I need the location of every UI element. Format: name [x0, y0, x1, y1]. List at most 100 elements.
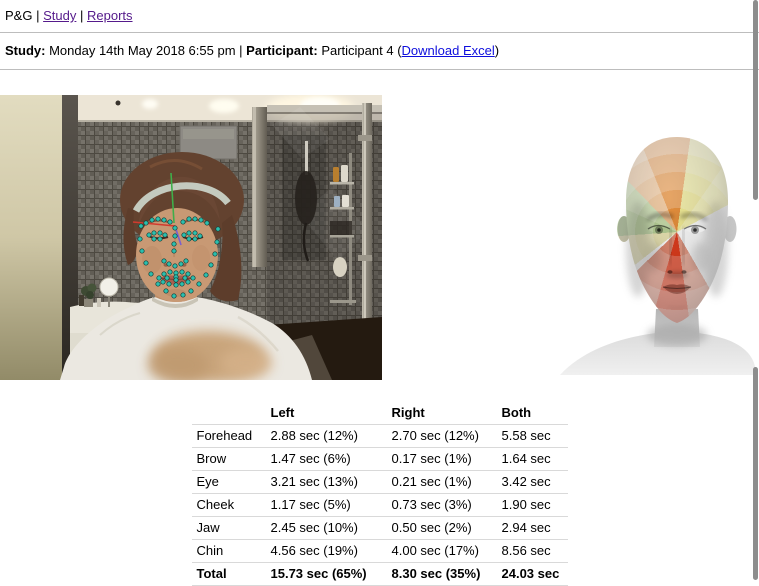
nav-link-reports[interactable]: Reports: [87, 8, 133, 23]
paren: ): [495, 43, 499, 58]
cell: Brow: [192, 448, 266, 471]
participant-label: Participant:: [246, 43, 318, 58]
sprinkler: [116, 101, 121, 106]
landmark-dot: [216, 227, 220, 231]
landmark-dot: [174, 278, 178, 282]
table-row: Total15.73 sec (65%)8.30 sec (35%)24.03 …: [192, 563, 568, 586]
nav-link-study[interactable]: Study: [43, 8, 76, 23]
download-excel-link[interactable]: Download Excel: [402, 43, 495, 58]
landmark-dot: [179, 262, 183, 266]
shelf-basket: [330, 221, 352, 235]
table-body: Forehead2.88 sec (12%)2.70 sec (12%)5.58…: [192, 425, 568, 586]
landmark-dot: [156, 282, 160, 286]
cell: 1.64 sec: [497, 448, 568, 471]
blue-bottle: [334, 196, 340, 207]
participant-value: Participant 4: [321, 43, 393, 58]
landmark-dot: [184, 259, 188, 263]
landmark-dot: [162, 272, 166, 276]
shower-pipe: [305, 141, 308, 175]
frame-bracket: [358, 135, 372, 141]
cell: 2.94 sec: [497, 517, 568, 540]
landmark-dot: [152, 237, 156, 241]
landmark-dot: [198, 234, 202, 238]
landmark-dot: [158, 231, 162, 235]
landmark-dot: [150, 218, 154, 222]
cell: 2.70 sec (12%): [387, 425, 497, 448]
frame-bracket: [358, 255, 372, 261]
counter-bottle: [79, 295, 84, 306]
top-nav: P&G | Study | Reports: [0, 0, 759, 32]
landmark-dot: [193, 231, 197, 235]
left-wall: [0, 95, 62, 380]
landmark-dot: [180, 270, 184, 274]
landmark-dot: [186, 272, 190, 276]
cell: Total: [192, 563, 266, 586]
landmark-dot: [213, 252, 217, 256]
cell: Eye: [192, 471, 266, 494]
landmark-dot: [215, 240, 219, 244]
landmark-dot: [187, 237, 191, 241]
cell: 15.73 sec (65%): [266, 563, 387, 586]
landmark-dot: [180, 282, 184, 286]
cell: 0.21 sec (1%): [387, 471, 497, 494]
table-head: LeftRightBoth: [192, 402, 568, 425]
landmark-dot: [182, 233, 186, 237]
cell: 0.17 sec (1%): [387, 448, 497, 471]
landmark-dot: [162, 218, 166, 222]
shelf: [330, 207, 354, 210]
landmark-dot: [144, 221, 148, 225]
landmark-dot: [193, 217, 197, 221]
landmark-dot: [209, 263, 213, 267]
landmark-dot: [191, 276, 195, 280]
cell: Jaw: [192, 517, 266, 540]
table-row: Brow1.47 sec (6%)0.17 sec (1%)1.64 sec: [192, 448, 568, 471]
cell: 1.17 sec (5%): [266, 494, 387, 517]
cell: Forehead: [192, 425, 266, 448]
landmark-dot: [162, 259, 166, 263]
download-wrap: (Download Excel): [397, 43, 499, 58]
landmark-dot: [193, 237, 197, 241]
landmark-dot: [172, 249, 176, 253]
region-col-header: [192, 402, 266, 425]
table-row: Eye3.21 sec (13%)0.21 sec (1%)3.42 sec: [192, 471, 568, 494]
landmark-dot: [167, 282, 171, 286]
landmark-dot: [174, 283, 178, 287]
cell: Chin: [192, 540, 266, 563]
landmark-dot: [172, 294, 176, 298]
landmark-dot: [183, 276, 187, 280]
landmark-dot: [152, 231, 156, 235]
vanity-mirror: [100, 278, 118, 296]
landmark-dot: [204, 273, 208, 277]
landmark-dot: [168, 270, 172, 274]
landmark-dot: [165, 276, 169, 280]
landmark-dot: [187, 217, 191, 221]
white-bottle: [341, 165, 348, 182]
divider: [0, 69, 759, 70]
counter-bottle: [97, 298, 101, 307]
landmark-dot: [172, 242, 176, 246]
cell: 2.45 sec (10%): [266, 517, 387, 540]
cell: Cheek: [192, 494, 266, 517]
cell: 3.42 sec: [497, 471, 568, 494]
landmark-dot: [138, 237, 142, 241]
cell: 0.50 sec (2%): [387, 517, 497, 540]
landmark-dot: [149, 272, 153, 276]
cell: 4.00 sec (17%): [387, 540, 497, 563]
landmark-dot: [189, 289, 193, 293]
study-bar: Study: Monday 14th May 2018 6:55 pm | Pa…: [0, 33, 759, 69]
ceiling-light: [209, 99, 239, 113]
landmark-dot: [186, 280, 190, 284]
face-heatmap-model: [560, 99, 756, 375]
cell: 24.03 sec: [497, 563, 568, 586]
table-row: Jaw2.45 sec (10%)0.50 sec (2%)2.94 sec: [192, 517, 568, 540]
scrollbar-thumb-bottom[interactable]: [753, 367, 758, 580]
nav-separator: |: [80, 8, 83, 23]
landmark-dot: [144, 261, 148, 265]
col-header: Left: [266, 402, 387, 425]
landmark-dot: [205, 221, 209, 225]
scrollbar-thumb-top[interactable]: [753, 0, 758, 200]
landmark-dot: [187, 231, 191, 235]
shelf: [330, 235, 354, 238]
cell: 0.73 sec (3%): [387, 494, 497, 517]
toolbar-separator: |: [239, 43, 242, 58]
